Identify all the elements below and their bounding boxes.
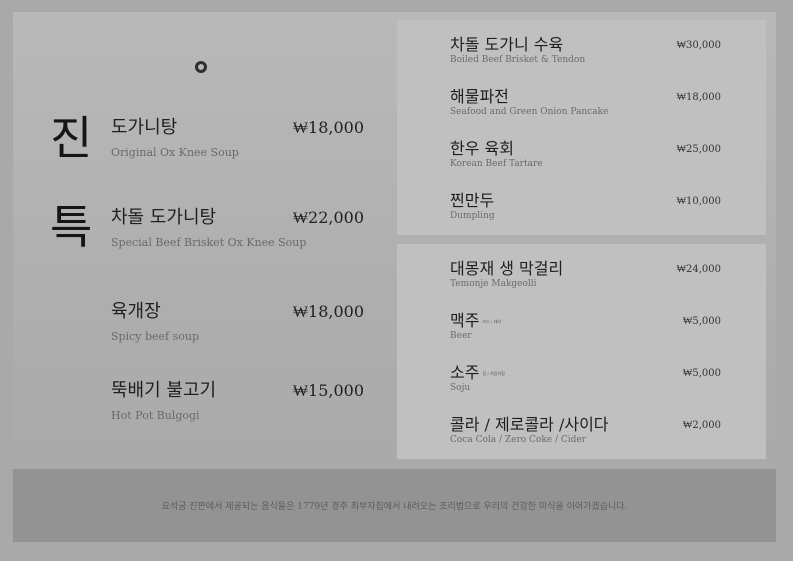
item-english: Special Beef Brisket Ox Knee Soup bbox=[111, 236, 307, 249]
footer-band: 요석궁 진판에서 제공되는 음식들은 1779년 경주 최부자집에서 내려오는 … bbox=[13, 469, 776, 542]
item-price: ₩18,000 bbox=[676, 92, 721, 103]
item-price: ₩24,000 bbox=[676, 264, 721, 275]
title-char-1: 진 bbox=[50, 111, 93, 165]
menu-item-beef-tartare: 한우 육회 Korean Beef Tartare ₩25,000 bbox=[450, 141, 721, 169]
item-price: ₩2,000 bbox=[682, 420, 721, 431]
menu-item-makgeolli: 대몽재 생 막걸리 Temonje Makgeolli ₩24,000 bbox=[450, 261, 721, 289]
menu-item-yukgaejang: 육개장 Spicy beef soup ₩18,000 bbox=[111, 302, 371, 343]
item-english: Boiled Beef Brisket & Tendon bbox=[450, 55, 586, 65]
item-english: Korean Beef Tartare bbox=[450, 159, 543, 169]
menu-item-soft-drinks: 콜라 / 제로콜라 /사이다 Coca Cola / Zero Coke / C… bbox=[450, 415, 721, 445]
item-brand-note: 카스 / 테라 bbox=[482, 318, 502, 324]
item-english: Temonje Makgeolli bbox=[450, 279, 537, 289]
menu-item-seafood-pancake: 해물파전 Seafood and Green Onion Pancake ₩18… bbox=[450, 89, 721, 117]
menu-item-soju: 소주 참 / 처음처럼 Soju ₩5,000 bbox=[450, 365, 721, 393]
item-english: Dumpling bbox=[450, 211, 495, 221]
item-price: ₩18,000 bbox=[292, 302, 364, 321]
item-english: Seafood and Green Onion Pancake bbox=[450, 107, 609, 117]
item-price: ₩25,000 bbox=[676, 144, 721, 155]
item-name: 소주 bbox=[450, 363, 480, 382]
item-english: Beer bbox=[450, 331, 472, 341]
item-price: ₩5,000 bbox=[682, 316, 721, 327]
item-price: ₩18,000 bbox=[292, 118, 364, 137]
item-name-row: 소주 참 / 처음처럼 bbox=[450, 365, 720, 381]
menu-panel-drinks: 대몽재 생 막걸리 Temonje Makgeolli ₩24,000 맥주 카스… bbox=[397, 244, 766, 459]
menu-item-chadol-dogani-tang: 차돌 도가니탕 Special Beef Brisket Ox Knee Sou… bbox=[111, 208, 371, 249]
item-price: ₩30,000 bbox=[676, 40, 721, 51]
item-english: Hot Pot Bulgogi bbox=[111, 409, 200, 422]
item-name: 콜라 / 제로콜라 /사이다 bbox=[450, 415, 609, 434]
item-price: ₩22,000 bbox=[292, 208, 364, 227]
menu-item-bulgogi: 뚝배기 불고기 Hot Pot Bulgogi ₩15,000 bbox=[111, 381, 371, 422]
footer-note: 요석궁 진판에서 제공되는 음식들은 1779년 경주 최부자집에서 내려오는 … bbox=[161, 502, 628, 512]
menu-panel-dishes: 차돌 도가니 수육 Boiled Beef Brisket & Tendon ₩… bbox=[397, 20, 766, 235]
item-english: Coca Cola / Zero Coke / Cider bbox=[450, 435, 587, 445]
menu-item-dumpling: 찐만두 Dumpling ₩10,000 bbox=[450, 193, 721, 221]
menu-item-dogani-tang: 도가니탕 Original Ox Knee Soup ₩18,000 bbox=[111, 118, 371, 159]
item-price: ₩10,000 bbox=[676, 196, 721, 207]
item-name-row: 맥주 카스 / 테라 bbox=[450, 313, 720, 329]
item-price: ₩5,000 bbox=[682, 368, 721, 379]
menu-item-beer: 맥주 카스 / 테라 Beer ₩5,000 bbox=[450, 313, 721, 341]
title-char-2: 특 bbox=[50, 200, 93, 254]
item-english: Spicy beef soup bbox=[111, 330, 199, 343]
item-brand-note: 참 / 처음처럼 bbox=[482, 370, 505, 376]
item-english: Original Ox Knee Soup bbox=[111, 146, 239, 159]
menu-item-boiled-brisket: 차돌 도가니 수육 Boiled Beef Brisket & Tendon ₩… bbox=[450, 37, 721, 65]
item-english: Soju bbox=[450, 383, 471, 393]
item-name: 맥주 bbox=[450, 311, 480, 330]
hanger-ring-icon bbox=[195, 61, 207, 73]
item-price: ₩15,000 bbox=[292, 381, 364, 400]
